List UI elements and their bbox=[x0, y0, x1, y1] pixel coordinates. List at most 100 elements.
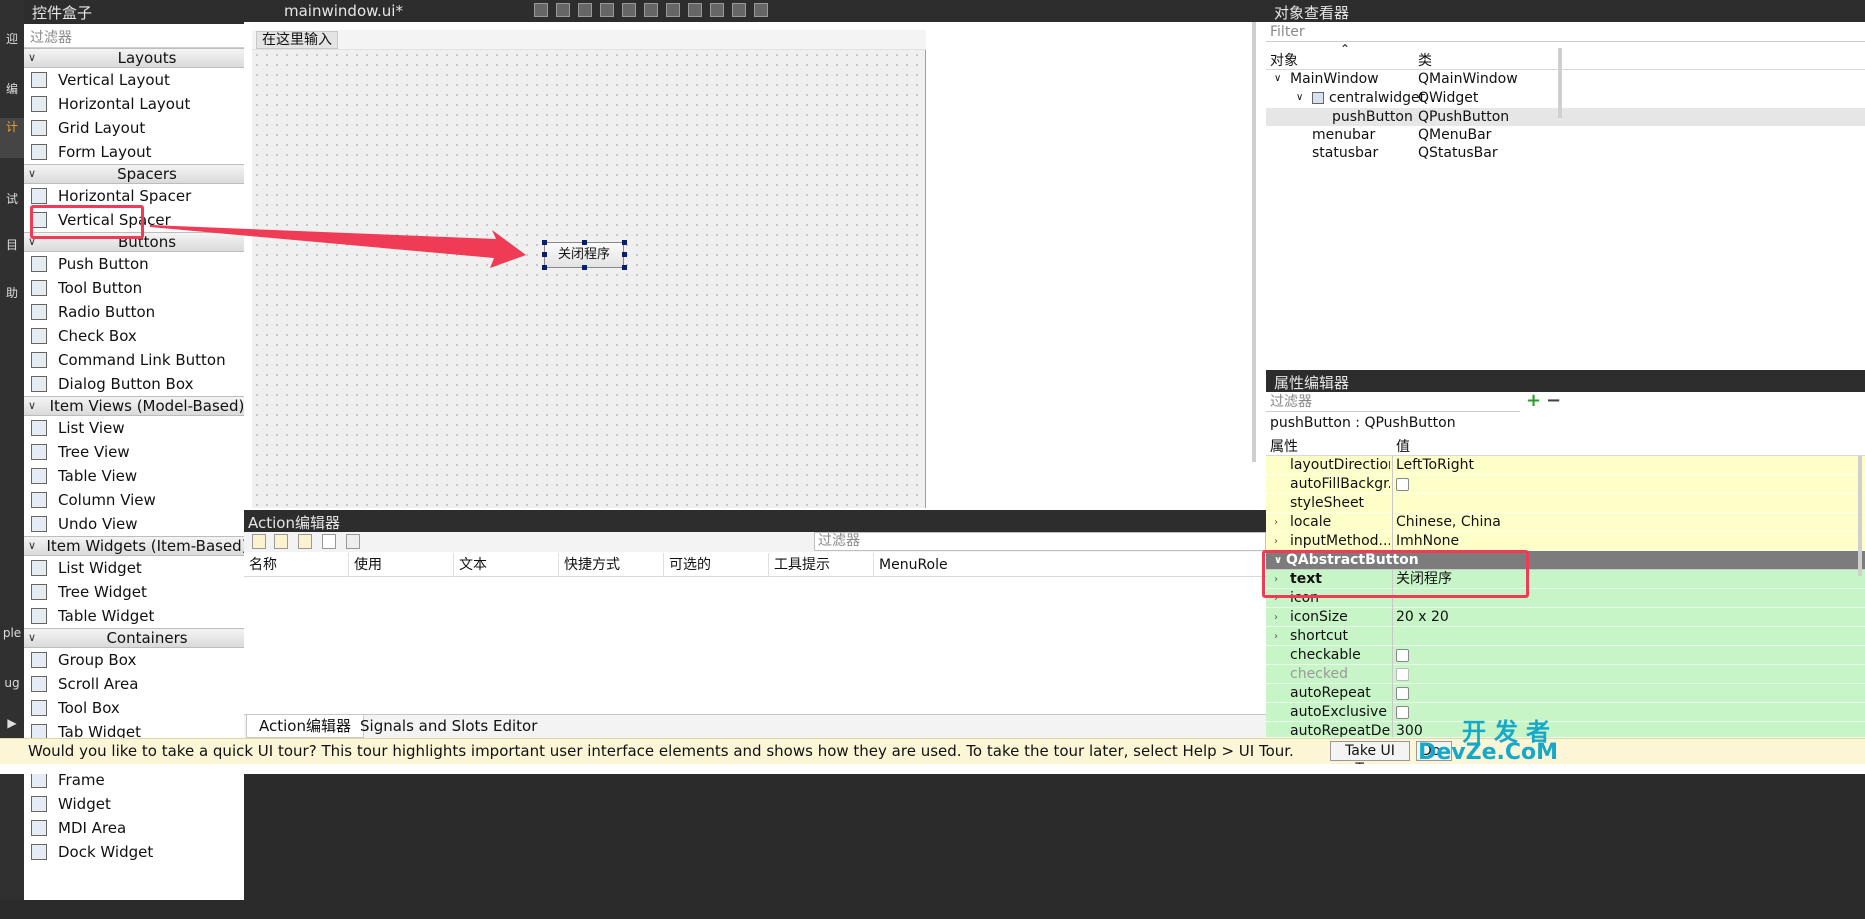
edit-signals-slots-icon[interactable] bbox=[556, 3, 570, 17]
tree-row[interactable]: ∨ MainWindow QMainWindow bbox=[1266, 70, 1865, 88]
property-row[interactable]: › shortcut bbox=[1266, 627, 1865, 646]
adjust-size-icon[interactable] bbox=[754, 3, 768, 17]
mode-edit[interactable]: 编 bbox=[0, 80, 24, 97]
collapse-arrow-icon[interactable]: ∨ bbox=[28, 397, 36, 415]
widget-category-header[interactable]: ∨ Layouts bbox=[24, 48, 270, 68]
widget-item[interactable]: Column View bbox=[24, 488, 270, 512]
widget-item[interactable]: List View bbox=[24, 416, 270, 440]
property-row[interactable]: checked bbox=[1266, 665, 1865, 684]
widget-item[interactable]: Group Box bbox=[24, 648, 270, 672]
column-header[interactable]: MenuRole bbox=[874, 553, 1266, 577]
property-value[interactable]: 20 x 20 bbox=[1396, 608, 1449, 627]
selection-handle[interactable] bbox=[542, 265, 547, 270]
paste-action-icon[interactable] bbox=[298, 534, 312, 549]
widget-item[interactable]: Tree Widget bbox=[24, 580, 270, 604]
edit-widgets-icon[interactable] bbox=[534, 3, 548, 17]
collapse-arrow-icon[interactable]: ∨ bbox=[1296, 89, 1303, 107]
property-row[interactable]: › inputMethod... ImhNone bbox=[1266, 532, 1865, 551]
widget-item[interactable]: Widget bbox=[24, 792, 270, 816]
widget-box-filter-input[interactable]: 过滤器 bbox=[24, 24, 244, 48]
configure-icon[interactable] bbox=[346, 534, 360, 549]
document-title[interactable]: mainwindow.ui* bbox=[284, 2, 403, 20]
expand-arrow-icon[interactable]: › bbox=[1274, 532, 1278, 551]
layout-grid-icon[interactable] bbox=[710, 3, 724, 17]
widget-item[interactable]: Form Layout bbox=[24, 140, 270, 164]
layout-horizontal-icon[interactable] bbox=[622, 3, 636, 17]
property-checkbox[interactable] bbox=[1396, 478, 1409, 491]
property-filter-input[interactable]: 过滤器 bbox=[1266, 392, 1520, 412]
property-row[interactable]: styleSheet bbox=[1266, 494, 1865, 513]
property-value[interactable]: ImhNone bbox=[1396, 532, 1459, 551]
object-filter-input[interactable]: Filter bbox=[1266, 22, 1865, 42]
tree-row[interactable]: statusbar QStatusBar bbox=[1266, 144, 1865, 162]
column-header[interactable]: 快捷方式 bbox=[559, 553, 664, 577]
selection-handle[interactable] bbox=[542, 240, 547, 245]
mode-help[interactable]: 助 bbox=[0, 284, 24, 301]
tab-signals-slots[interactable]: Signals and Slots Editor bbox=[348, 715, 549, 738]
build-config-label[interactable]: ug bbox=[0, 676, 24, 690]
widget-item[interactable]: Command Link Button bbox=[24, 348, 270, 372]
layout-splitter-v-icon[interactable] bbox=[688, 3, 702, 17]
property-row[interactable]: autoExclusive bbox=[1266, 703, 1865, 722]
canvas-scrollbar[interactable] bbox=[1252, 22, 1256, 462]
selection-handle[interactable] bbox=[542, 252, 547, 257]
widget-item[interactable]: Radio Button bbox=[24, 300, 270, 324]
collapse-arrow-icon[interactable]: ∨ bbox=[1274, 70, 1281, 88]
column-header-object[interactable]: 对象 bbox=[1270, 50, 1298, 70]
property-row[interactable]: autoRepeat bbox=[1266, 684, 1865, 703]
add-dynamic-property-icon[interactable]: + bbox=[1526, 392, 1542, 410]
widget-item[interactable]: Check Box bbox=[24, 324, 270, 348]
column-header[interactable]: 工具提示 bbox=[769, 553, 874, 577]
mode-projects[interactable]: 目 bbox=[0, 236, 24, 253]
column-header[interactable]: 文本 bbox=[454, 553, 559, 577]
collapse-arrow-icon[interactable]: ∨ bbox=[28, 165, 36, 183]
column-header-class[interactable]: 类 bbox=[1418, 50, 1432, 70]
widget-item[interactable]: Tool Box bbox=[24, 696, 270, 720]
tree-row[interactable]: ∨ centralwidget QWidget bbox=[1266, 89, 1865, 107]
remove-dynamic-property-icon[interactable]: − bbox=[1546, 392, 1562, 410]
column-header[interactable]: 使用 bbox=[349, 553, 454, 577]
mode-debug[interactable]: 试 bbox=[0, 190, 24, 207]
collapse-arrow-icon[interactable]: ∨ bbox=[28, 49, 36, 67]
mode-welcome[interactable]: 迎 bbox=[0, 30, 24, 47]
tab-action-editor[interactable]: Action编辑器 bbox=[246, 715, 364, 738]
column-header[interactable]: 可选的 bbox=[664, 553, 769, 577]
run-icon[interactable]: ▶ bbox=[0, 716, 24, 730]
property-editor-scrollbar[interactable] bbox=[1858, 456, 1862, 576]
property-row[interactable]: layoutDirection LeftToRight bbox=[1266, 456, 1865, 475]
widget-item[interactable]: Vertical Layout bbox=[24, 68, 270, 92]
selection-handle[interactable] bbox=[582, 240, 587, 245]
delete-action-icon[interactable] bbox=[322, 534, 336, 549]
property-row[interactable]: autoRepeatDe... 300 bbox=[1266, 722, 1865, 738]
layout-splitter-h-icon[interactable] bbox=[666, 3, 680, 17]
collapse-arrow-icon[interactable]: ∨ bbox=[28, 537, 36, 555]
widget-item[interactable]: Table Widget bbox=[24, 604, 270, 628]
expand-arrow-icon[interactable]: › bbox=[1274, 627, 1278, 646]
widget-item[interactable]: Dialog Button Box bbox=[24, 372, 270, 396]
widget-category-header[interactable]: ∨ Item Views (Model-Based) bbox=[24, 396, 270, 416]
edit-tab-order-icon[interactable] bbox=[600, 3, 614, 17]
target-selector-label[interactable]: ple bbox=[0, 626, 24, 640]
widget-item[interactable]: Tree View bbox=[24, 440, 270, 464]
expand-arrow-icon[interactable]: › bbox=[1274, 513, 1278, 532]
property-value[interactable]: 300 bbox=[1396, 722, 1423, 737]
column-header-value[interactable]: 值 bbox=[1396, 436, 1410, 456]
collapse-arrow-icon[interactable]: ∨ bbox=[28, 629, 36, 647]
widget-category-header[interactable]: ∨ Spacers bbox=[24, 164, 270, 184]
property-row[interactable]: › locale Chinese, China bbox=[1266, 513, 1865, 532]
widget-category-header[interactable]: ∨ Containers bbox=[24, 628, 270, 648]
property-row[interactable]: autoFillBackgr... bbox=[1266, 475, 1865, 494]
property-checkbox[interactable] bbox=[1396, 706, 1409, 719]
property-checkbox[interactable] bbox=[1396, 687, 1409, 700]
widget-item[interactable]: Undo View bbox=[24, 512, 270, 536]
selection-handle[interactable] bbox=[622, 252, 627, 257]
take-ui-tour-button[interactable]: Take UI Tour bbox=[1330, 741, 1410, 777]
copy-action-icon[interactable] bbox=[274, 534, 288, 549]
object-inspector-scrollbar[interactable] bbox=[1558, 48, 1562, 118]
widget-item[interactable]: Table View bbox=[24, 464, 270, 488]
column-header-property[interactable]: 属性 bbox=[1270, 436, 1298, 456]
widget-item[interactable]: Horizontal Layout bbox=[24, 92, 270, 116]
widget-item[interactable]: Scroll Area bbox=[24, 672, 270, 696]
tree-row[interactable]: menubar QMenuBar bbox=[1266, 126, 1865, 144]
widget-item[interactable]: List Widget bbox=[24, 556, 270, 580]
